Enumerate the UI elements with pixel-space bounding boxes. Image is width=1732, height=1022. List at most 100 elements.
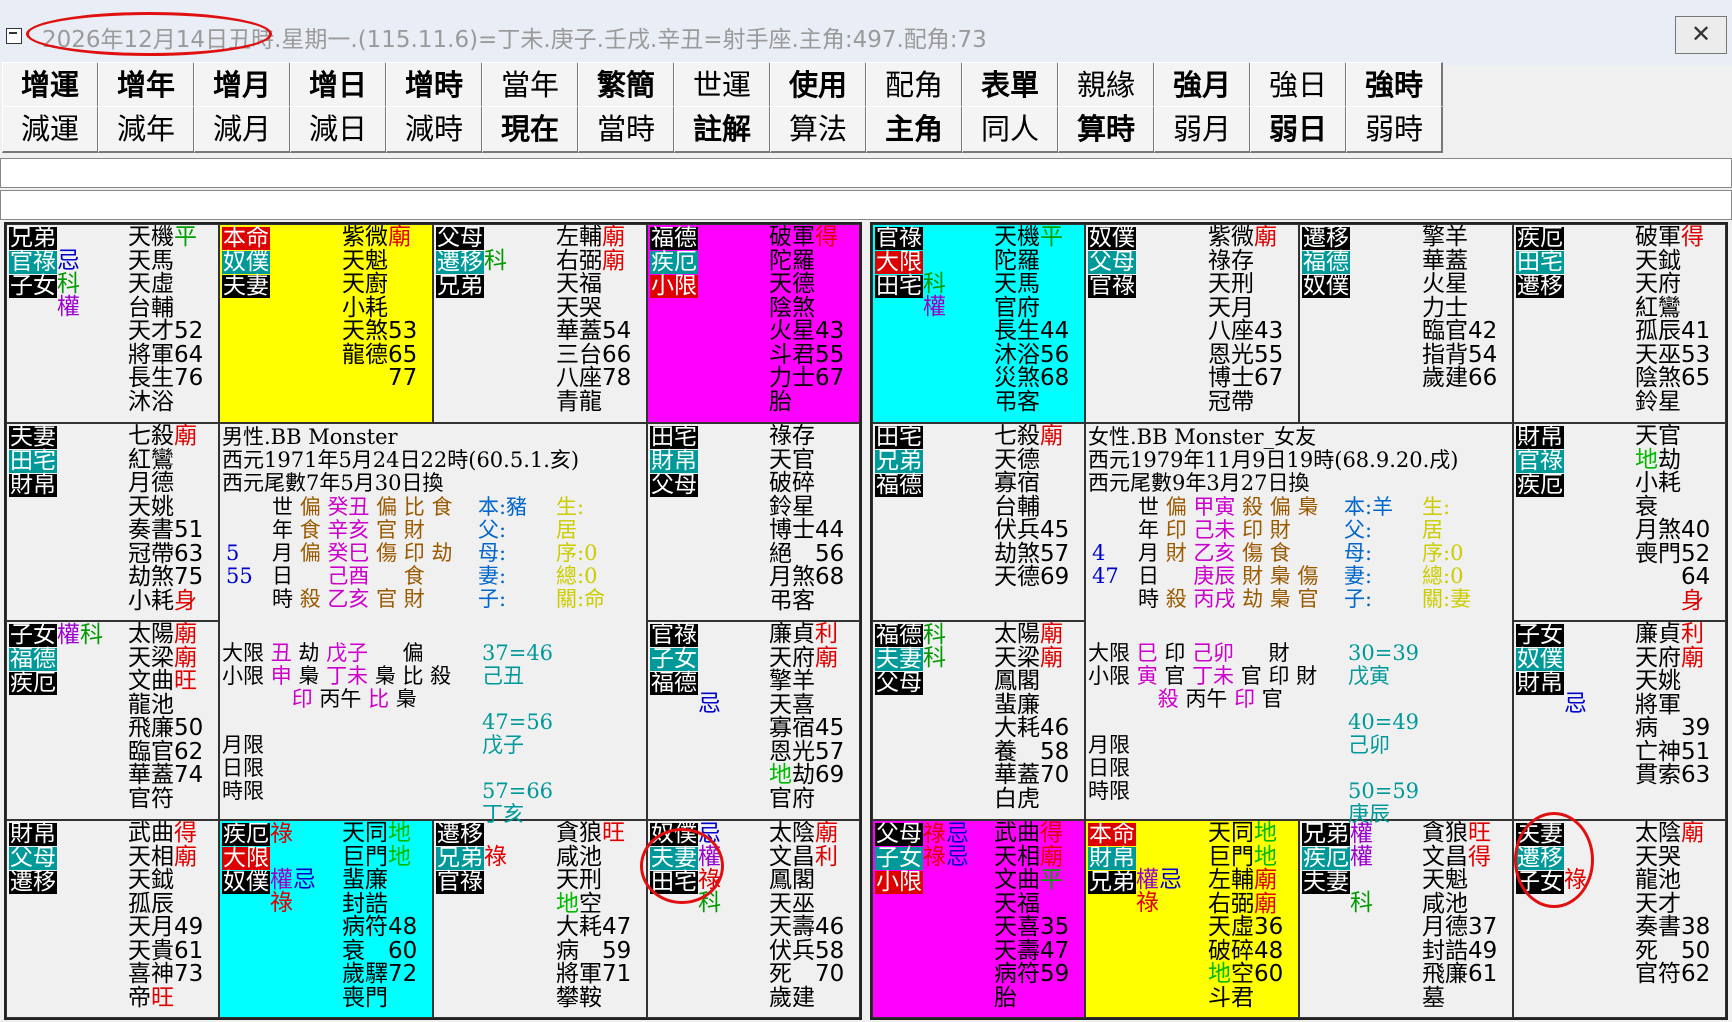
chart-left: 兄弟 官祿 子女 忌 科 權天機平 天馬 天虛 台輔 天才52 將軍64 長生76 … xyxy=(4,222,862,1020)
toolbar-button-row2-9[interactable]: 主角 xyxy=(866,106,963,153)
right-center-luck: 大限 巳 印 己卯 財 小限 寅 官 丁未 官 印 財 殺 丙午 印 官 月限 … xyxy=(1088,641,1324,803)
toolbar-button-row2-2[interactable]: 減月 xyxy=(194,106,291,153)
right-palace-4[interactable]: 田宅 兄弟 福德 七殺廟 天德 寡宿 台輔 伏兵45 劫煞57 天德69 xyxy=(872,423,1085,621)
toolbar-button-row1-14[interactable]: 強時 xyxy=(1346,62,1443,109)
annotation-circle-title xyxy=(26,12,272,56)
left-palace-2-markers: 科 xyxy=(484,248,507,274)
right-palace-0[interactable]: 官祿 大限 田宅 科 權 天機平 陀羅 天馬 官府 長生44 沐浴56 災煞68 弔客 xyxy=(872,224,1085,423)
right-palace-10[interactable]: 兄弟 疾厄 夫妻權 權 科 貪狼旺 文昌得 天魁 咸池 月德37 封誥49 飛廉61 … xyxy=(1299,820,1513,1018)
right-palace-8-markers: 祿忌 祿忌 xyxy=(923,821,969,870)
left-palace-7-label-2: 福德 xyxy=(650,670,698,696)
right-palace-8[interactable]: 父母 子女 小限 祿忌 祿忌 武曲得 天相廟 文曲平 天福 天喜35 天壽47 病符59… xyxy=(872,820,1085,1018)
right-palace-9[interactable]: 本命 財帛 兄弟 權忌 祿天同地 巨門地 左輔廟 右弼廟 天虛36 破碎48 地空6… xyxy=(1085,820,1299,1018)
right-palace-2[interactable]: 遷移 福德 奴僕 擎羊 華蓋 火星 力士 臨官42 指背54 歲建66 xyxy=(1299,224,1513,423)
input-bar-2[interactable] xyxy=(0,190,1732,220)
toolbar-button-row2-10[interactable]: 同人 xyxy=(962,106,1059,153)
right-palace-6[interactable]: 福德 夫妻 父母科 科 太陽廟 天梁廟 鳳閣 蜚廉 大耗46 養 58 華蓋70 白虎 xyxy=(872,621,1085,820)
right-palace-0-markers: 科 權 xyxy=(923,271,946,320)
left-palace-2[interactable]: 父母 遷移 兄弟 科 左輔廟 右弼廟 天福 天哭 華蓋54 三台66 八座78 青龍 xyxy=(433,224,647,423)
toolbar-button-row1-5[interactable]: 當年 xyxy=(482,62,579,109)
right-palace-5[interactable]: 財帛 官祿 疾厄 天官 地劫 小耗 衰 月煞40 喪門52 64 身 xyxy=(1513,423,1726,621)
right-palace-9-label-1: 財帛 xyxy=(1088,845,1136,871)
right-palace-5-stars: 天官 地劫 小耗 衰 月煞40 喪門52 64 身 xyxy=(1635,423,1711,614)
left-palace-10[interactable]: 遷移 兄弟 官祿 祿 貪狼旺 咸池 天刑 地空 大耗47 病 59 將軍71 攀鞍 xyxy=(433,820,647,1018)
close-button[interactable]: ✕ xyxy=(1675,16,1727,54)
toolbar-button-row1-13[interactable]: 強日 xyxy=(1250,62,1347,109)
left-palace-5-label-2: 父母 xyxy=(650,472,698,498)
toolbar-button-row2-14[interactable]: 弱時 xyxy=(1346,106,1443,153)
right-palace-2-label-2: 奴僕 xyxy=(1302,273,1350,299)
left-palace-10-label-1: 兄弟 xyxy=(436,845,484,871)
right-palace-7[interactable]: 子女 奴僕 財帛 忌 廉貞利 天府廟 天姚 將軍 病 39 亡神51 貫索63 xyxy=(1513,621,1726,820)
right-palace-5-label-2: 疾厄 xyxy=(1516,472,1564,498)
right-palace-0-stars: 天機平 陀羅 天馬 官府 長生44 沐浴56 災煞68 弔客 xyxy=(994,224,1070,415)
right-palace-7-label-0: 子女 xyxy=(1516,622,1564,648)
right-palace-9-label-0: 本命 xyxy=(1088,821,1136,847)
left-center-panel: 男性.BB Monster 西元1971年5月24日22時(60.5.1.亥) 西元… xyxy=(219,423,647,826)
left-palace-7-stars: 廉貞利 天府廟 擎羊 天喜 寡宿45 恩光57 地劫69 官府 xyxy=(769,621,845,812)
toolbar-button-row2-1[interactable]: 減年 xyxy=(98,106,195,153)
right-palace-4-label-0: 田宅 xyxy=(875,424,923,450)
toolbar-button-row1-3[interactable]: 增日 xyxy=(290,62,387,109)
right-palace-9-markers: 權忌 祿 xyxy=(1136,867,1182,916)
right-palace-3-stars: 破軍得 天鉞 天府 紅鸞 孤辰41 天巫53 陰煞65 鈴星 xyxy=(1635,224,1711,415)
left-palace-6[interactable]: 子女 福德 疾厄 權科 太陽廟 天梁廟 文曲旺 龍池 飛廉50 臨官62 華蓋74 官符 xyxy=(6,621,219,820)
right-palace-6-stars: 太陽廟 天梁廟 鳳閣 蜚廉 大耗46 養 58 華蓋70 白虎 xyxy=(994,621,1070,812)
left-palace-3[interactable]: 福德 疾厄 小限 破軍得 陀羅 天德 陰煞 火星43 斗君55 力士67 胎 xyxy=(647,224,860,423)
toolbar-button-row1-12[interactable]: 強月 xyxy=(1154,62,1251,109)
right-palace-10-label-1: 疾厄 xyxy=(1302,845,1350,871)
toolbar-button-row1-11[interactable]: 親緣 xyxy=(1058,62,1155,109)
right-center-numbers: 4 47 xyxy=(1092,541,1119,588)
left-palace-0[interactable]: 兄弟 官祿 子女 忌 科 權 天機平 天馬 天虛 台輔 天才52 將軍64 長生76 … xyxy=(6,224,219,423)
left-palace-0-markers: 忌 科 權 xyxy=(57,248,80,320)
left-palace-2-label-1: 遷移 xyxy=(436,249,484,275)
left-palace-3-label-1: 疾厄 xyxy=(650,249,698,275)
toolbar-button-row1-9[interactable]: 配角 xyxy=(866,62,963,109)
right-palace-3[interactable]: 疾厄 田宅 遷移 破軍得 天鉞 天府 紅鸞 孤辰41 天巫53 陰煞65 鈴星 xyxy=(1513,224,1726,423)
right-palace-2-label-1: 福德 xyxy=(1302,249,1350,275)
right-palace-8-label-2: 小限 xyxy=(875,869,923,895)
left-palace-6-markers: 權科 xyxy=(57,622,103,648)
toolbar-button-row1-4[interactable]: 增時 xyxy=(386,62,483,109)
left-palace-1[interactable]: 本命 奴僕 夫妻 紫微廟 天魁 天廚 小耗 天煞53 龍德65 77 xyxy=(219,224,433,423)
left-palace-4-stars: 七殺廟 紅鸞 月德 天姚 奏書51 冠帶63 劫煞75 小耗身 xyxy=(128,423,204,614)
toolbar-button-row2-11[interactable]: 算時 xyxy=(1058,106,1155,153)
input-bar-1[interactable] xyxy=(0,158,1732,188)
left-palace-0-label-0: 兄弟 xyxy=(9,225,57,251)
left-palace-7[interactable]: 官祿 子女 福德 忌 廉貞利 天府廟 擎羊 天喜 寡宿45 恩光57 地劫69 官府 xyxy=(647,621,860,820)
toolbar-button-row2-4[interactable]: 減時 xyxy=(386,106,483,153)
right-palace-1[interactable]: 奴僕 父母 官祿 紫微廟 祿存 天刑 天月 八座43 恩光55 博士67 冠帶 xyxy=(1085,224,1299,423)
left-palace-6-label-0: 子女 xyxy=(9,622,57,648)
left-palace-3-stars: 破軍得 陀羅 天德 陰煞 火星43 斗君55 力士67 胎 xyxy=(769,224,845,415)
toolbar-button-row1-10[interactable]: 表單 xyxy=(962,62,1059,109)
left-palace-1-stars: 紫微廟 天魁 天廚 小耗 天煞53 龍德65 77 xyxy=(342,224,418,391)
toolbar-button-row1-2[interactable]: 增月 xyxy=(194,62,291,109)
toolbar-button-row1-7[interactable]: 世運 xyxy=(674,62,771,109)
toolbar-button-row2-12[interactable]: 弱月 xyxy=(1154,106,1251,153)
left-palace-9[interactable]: 疾厄 大限 奴僕祿 權忌 祿天同地 巨門地 蜚廉 封誥 病符48 衰 60 歲驛72… xyxy=(219,820,433,1018)
left-palace-6-stars: 太陽廟 天梁廟 文曲旺 龍池 飛廉50 臨官62 華蓋74 官符 xyxy=(128,621,204,812)
right-center-gender-name: 女性.BB Monster_女友 xyxy=(1088,425,1317,449)
toolbar-button-row2-5[interactable]: 現在 xyxy=(482,106,579,153)
right-palace-1-label-0: 奴僕 xyxy=(1088,225,1136,251)
right-palace-4-label-1: 兄弟 xyxy=(875,448,923,474)
toolbar-button-row2-6[interactable]: 當時 xyxy=(578,106,675,153)
toolbar-button-row2-3[interactable]: 減日 xyxy=(290,106,387,153)
toolbar-button-row2-8[interactable]: 算法 xyxy=(770,106,867,153)
toolbar-button-row1-0[interactable]: 增運 xyxy=(2,62,99,109)
right-palace-9-label-2: 兄弟 xyxy=(1088,869,1136,895)
toolbar-button-row2-13[interactable]: 弱日 xyxy=(1250,106,1347,153)
toolbar-button-row1-8[interactable]: 使用 xyxy=(770,62,867,109)
toolbar-button-row2-0[interactable]: 減運 xyxy=(2,106,99,153)
left-palace-5-label-0: 田宅 xyxy=(650,424,698,450)
left-palace-5[interactable]: 田宅 財帛 父母 祿存 天官 破碎 鈴星 博士44 絕 56 月煞68 弔客 xyxy=(647,423,860,621)
left-palace-11-stars: 太陰廟 文昌利 鳳閣 天巫 天壽46 伏兵58 死 70 歲建 xyxy=(769,820,845,1011)
toolbar-button-row1-6[interactable]: 繁簡 xyxy=(578,62,675,109)
toolbar-button-row1-1[interactable]: 增年 xyxy=(98,62,195,109)
right-palace-6-label-1: 夫妻 xyxy=(875,646,923,672)
toolbar-button-row2-7[interactable]: 註解 xyxy=(674,106,771,153)
left-palace-8[interactable]: 財帛 父母 遷移 武曲得 天相廟 天鉞 孤辰 天月49 天貴61 喜神73 帝旺 xyxy=(6,820,219,1018)
left-palace-0-label-2: 子女 xyxy=(9,273,57,299)
left-palace-4[interactable]: 夫妻 田宅 財帛 七殺廟 紅鸞 月德 天姚 奏書51 冠帶63 劫煞75 小耗身 xyxy=(6,423,219,621)
left-palace-9-label-0: 疾厄 xyxy=(222,821,270,847)
